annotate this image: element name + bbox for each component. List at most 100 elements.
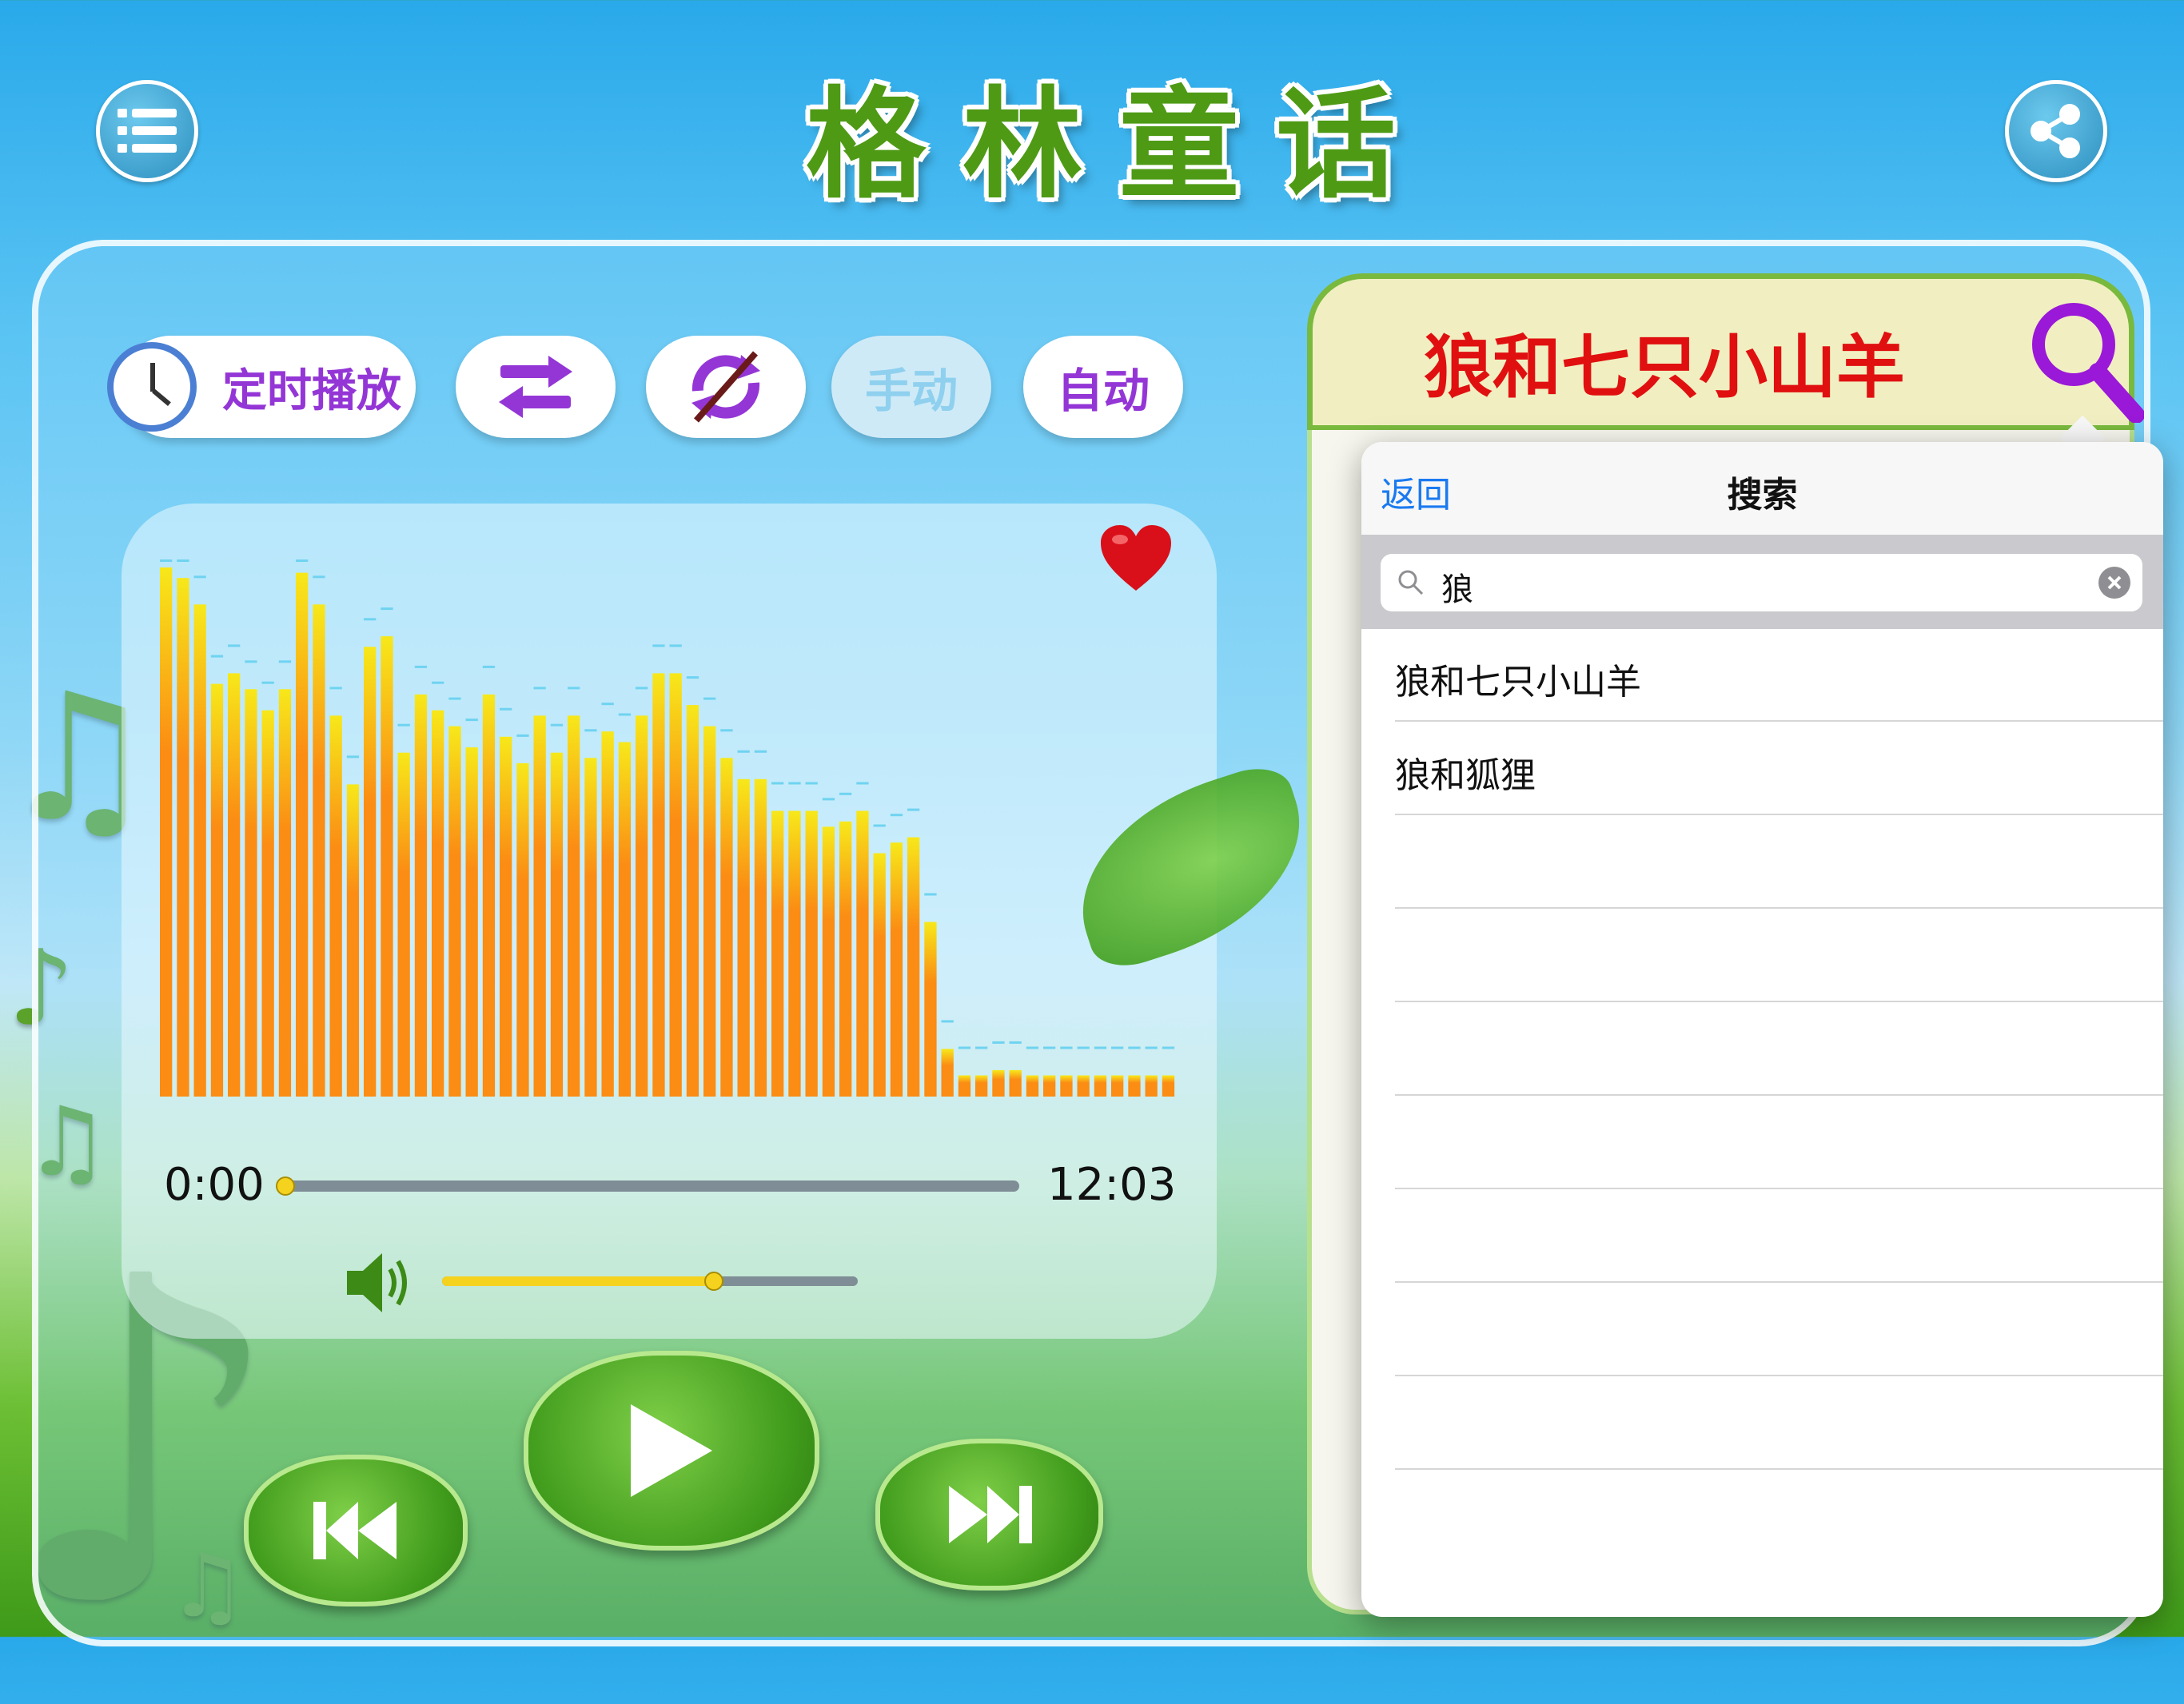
search-popover: 搜索 返回 狼 狼和七只小山羊狼和狐狸 <box>1361 442 2163 1617</box>
volume-slider[interactable] <box>442 1272 858 1291</box>
spectrum-peak <box>873 824 886 827</box>
search-result-row[interactable]: 狼和狐狸 <box>1395 723 2163 815</box>
spectrum-peak <box>636 687 648 690</box>
spectrum-bar <box>1009 1069 1022 1097</box>
next-icon <box>948 1486 1032 1543</box>
spectrum-bar <box>432 710 444 1097</box>
search-result-row[interactable] <box>1395 1190 2163 1283</box>
spectrum-bar <box>381 636 393 1097</box>
spectrum-peak <box>924 893 937 896</box>
spectrum-peak <box>1094 1046 1107 1049</box>
spectrum-peak <box>584 729 597 732</box>
back-button[interactable]: 返回 <box>1381 466 1451 517</box>
spectrum-peak <box>737 750 750 753</box>
manual-mode-button[interactable]: 手动 <box>831 336 991 438</box>
spectrum-peak <box>958 1046 971 1049</box>
spectrum-peak <box>771 782 784 785</box>
search-result-row[interactable] <box>1395 1377 2163 1470</box>
spectrum-peak <box>856 782 869 785</box>
spectrum-peak <box>278 660 292 663</box>
search-result-row[interactable] <box>1395 1284 2163 1376</box>
search-result-row[interactable]: 狼和七只小山羊 <box>1395 629 2163 722</box>
spectrum-peak <box>703 697 716 700</box>
audio-spectrum <box>160 559 1175 1097</box>
spectrum-bar <box>636 715 648 1097</box>
clock-icon <box>107 342 197 432</box>
spectrum-bar <box>873 853 886 1097</box>
spectrum-bar <box>550 752 564 1097</box>
share-button[interactable] <box>2005 80 2107 182</box>
spectrum-peak <box>448 697 461 700</box>
spectrum-peak <box>381 607 393 611</box>
spectrum-peak <box>601 703 614 706</box>
spectrum-peak <box>500 707 512 711</box>
spectrum-peak <box>329 687 342 690</box>
spectrum-peak <box>296 559 309 562</box>
spectrum-bar <box>1145 1075 1158 1097</box>
spectrum-peak <box>1145 1046 1158 1049</box>
spectrum-peak <box>160 559 173 562</box>
spectrum-bar <box>568 715 580 1097</box>
spectrum-peak <box>568 687 580 690</box>
shuffle-button[interactable] <box>456 336 616 438</box>
search-bar: 狼 <box>1361 535 2163 629</box>
spectrum-bar <box>788 810 801 1097</box>
popover-navbar: 搜索 返回 <box>1361 442 2163 536</box>
volume-button[interactable] <box>344 1247 420 1319</box>
volume-thumb[interactable] <box>704 1272 723 1291</box>
now-playing-header: 狼和七只小山羊 <box>1307 273 2145 430</box>
spectrum-peak <box>618 713 632 716</box>
spectrum-bar <box>601 731 614 1097</box>
search-result-row[interactable] <box>1395 816 2163 909</box>
play-button[interactable] <box>524 1351 819 1551</box>
spectrum-bar <box>346 784 360 1097</box>
repeat-off-icon <box>691 351 760 423</box>
spectrum-bar <box>805 810 818 1097</box>
spectrum-bar <box>584 758 597 1097</box>
repeat-off-button[interactable] <box>646 336 806 438</box>
auto-mode-button[interactable]: 自动 <box>1023 336 1183 438</box>
search-icon <box>2032 303 2145 424</box>
spectrum-peak <box>482 665 496 668</box>
spectrum-peak <box>177 559 189 562</box>
spectrum-bar <box>975 1075 988 1097</box>
progress-thumb[interactable] <box>276 1176 295 1196</box>
spectrum-bar <box>210 683 224 1097</box>
spectrum-peak <box>414 665 428 668</box>
spectrum-peak <box>346 755 360 758</box>
clear-search-button[interactable] <box>2098 567 2130 599</box>
spectrum-bar <box>397 752 410 1097</box>
search-result-row[interactable] <box>1395 910 2163 1002</box>
spectrum-peak <box>822 798 835 801</box>
search-input[interactable]: 狼 <box>1381 554 2142 611</box>
search-query: 狼 <box>1441 571 1473 608</box>
spectrum-peak <box>245 660 257 663</box>
next-button[interactable] <box>875 1439 1103 1591</box>
spectrum-peak <box>992 1041 1005 1044</box>
list-icon <box>118 109 177 153</box>
magnifier-icon <box>1398 570 1424 595</box>
current-time: 0:00 <box>164 1159 265 1211</box>
progress-slider[interactable] <box>276 1176 1019 1196</box>
previous-button[interactable] <box>244 1455 468 1606</box>
search-button[interactable] <box>2024 295 2145 424</box>
spectrum-bar <box>245 689 257 1097</box>
spectrum-bar <box>618 742 632 1097</box>
menu-button[interactable] <box>96 80 198 182</box>
auto-label: 自动 <box>1056 364 1150 418</box>
spectrum-peak <box>313 575 325 579</box>
spectrum-bar <box>261 710 274 1097</box>
spectrum-peak <box>1111 1046 1124 1049</box>
manual-label: 手动 <box>864 364 958 418</box>
search-result-row[interactable] <box>1395 1003 2163 1096</box>
spectrum-peak <box>1043 1046 1056 1049</box>
app-title: 格 林 童 话 <box>783 48 1423 215</box>
timer-button[interactable]: 定时播放 <box>107 336 416 438</box>
spectrum-bar <box>177 578 189 1097</box>
spectrum-bar <box>1094 1075 1107 1097</box>
search-result-label: 狼和狐狸 <box>1395 755 1536 796</box>
spectrum-bar <box>364 647 377 1097</box>
spectrum-peak <box>193 575 206 579</box>
search-result-row[interactable] <box>1395 1097 2163 1189</box>
spectrum-bar <box>228 673 241 1097</box>
